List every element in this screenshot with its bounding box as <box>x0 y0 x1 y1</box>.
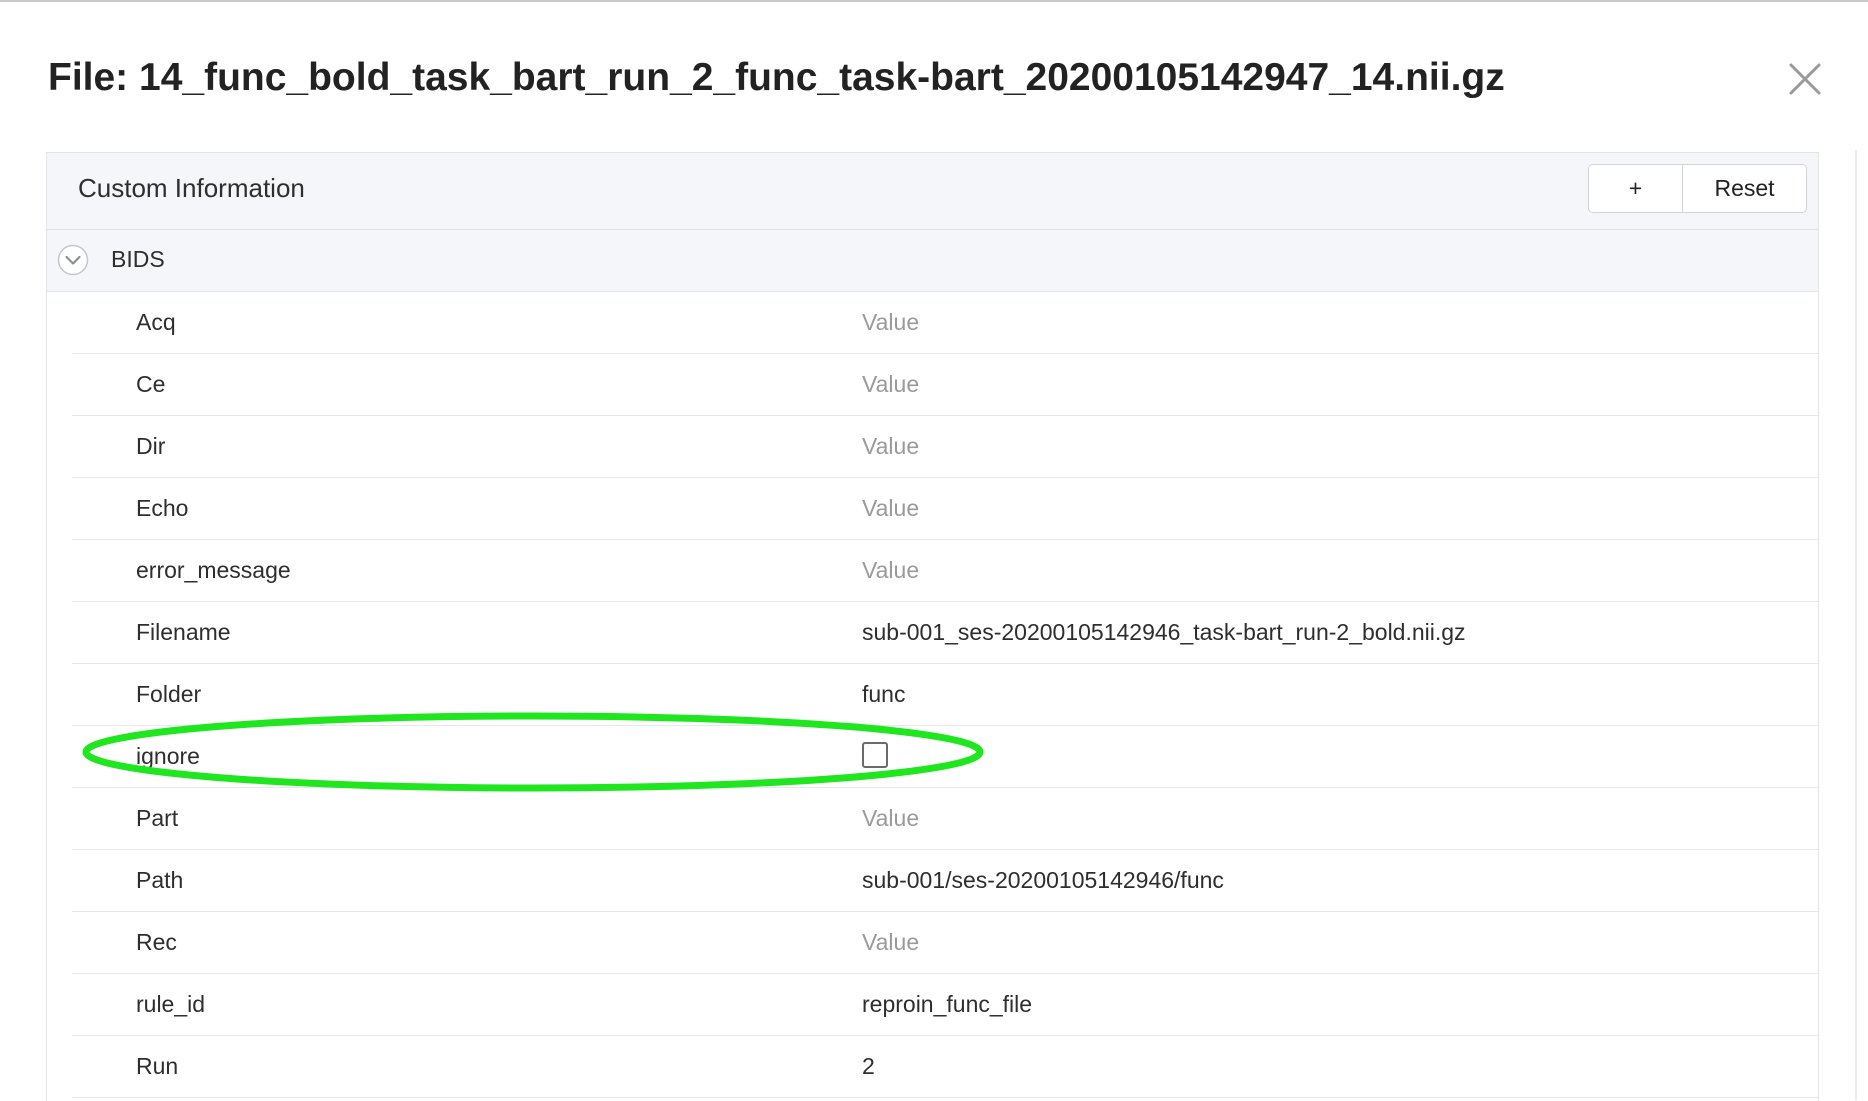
field-value[interactable]: reproin_func_file <box>862 991 1032 1018</box>
field-value[interactable]: func <box>862 681 905 708</box>
field-row-error-message: error_message Value <box>72 540 1818 602</box>
field-value[interactable]: sub-001_ses-20200105142946_task-bart_run… <box>862 619 1466 646</box>
close-icon[interactable] <box>1786 60 1824 98</box>
field-value[interactable]: Value <box>862 557 919 584</box>
field-key: Path <box>136 867 184 893</box>
field-value[interactable]: 2 <box>862 1053 875 1080</box>
field-row-rec: Rec Value <box>72 912 1818 974</box>
field-value[interactable]: Value <box>862 433 919 460</box>
window-top-edge <box>0 0 1868 2</box>
add-field-button[interactable]: + <box>1589 165 1683 212</box>
field-row-dir: Dir Value <box>72 416 1818 478</box>
field-key: Acq <box>136 309 176 335</box>
field-key: rule_id <box>136 991 206 1017</box>
field-key: Filename <box>136 619 231 645</box>
field-key: error_message <box>136 557 291 583</box>
panel-title: Custom Information <box>78 173 305 203</box>
field-row-folder: Folder func <box>72 664 1818 726</box>
field-row-ignore: ignore <box>72 726 1818 788</box>
field-key: Folder <box>136 681 202 707</box>
field-value[interactable]: Value <box>862 495 919 522</box>
field-value[interactable]: Value <box>862 309 919 336</box>
field-key: Dir <box>136 433 166 459</box>
field-row-run: Run 2 <box>72 1036 1818 1098</box>
field-row-path: Path sub-001/ses-20200105142946/func <box>72 850 1818 912</box>
field-row-part: Part Value <box>72 788 1818 850</box>
modal-scroll-edge <box>1855 150 1857 1100</box>
field-key: ignore <box>136 743 200 769</box>
field-list: Acq Value Ce Value Dir Value Echo Value error_me… <box>47 292 1818 1098</box>
panel-button-group: + Reset <box>1588 164 1807 213</box>
field-row-rule-id: rule_id reproin_func_file <box>72 974 1818 1036</box>
field-key: Part <box>136 805 179 831</box>
field-value[interactable]: Value <box>862 805 919 832</box>
field-key: Run <box>136 1053 179 1079</box>
reset-button[interactable]: Reset <box>1683 165 1806 212</box>
group-header-bids[interactable]: BIDS <box>47 230 1818 292</box>
field-value[interactable]: sub-001/ses-20200105142946/func <box>862 867 1224 894</box>
field-key: Echo <box>136 495 189 521</box>
group-label: BIDS <box>111 246 165 272</box>
chevron-down-icon[interactable] <box>57 244 89 276</box>
field-value[interactable]: Value <box>862 371 919 398</box>
field-row-echo: Echo Value <box>72 478 1818 540</box>
ignore-checkbox[interactable] <box>862 742 888 768</box>
field-row-ce: Ce Value <box>72 354 1818 416</box>
field-key: Rec <box>136 929 177 955</box>
field-row-acq: Acq Value <box>72 292 1818 354</box>
modal-title: File: 14_func_bold_task_bart_run_2_func_… <box>48 56 1505 99</box>
field-value[interactable]: Value <box>862 929 919 956</box>
panel-header: Custom Information + Reset <box>47 153 1818 230</box>
field-row-filename: Filename sub-001_ses-20200105142946_task-… <box>72 602 1818 664</box>
custom-information-panel: Custom Information + Reset BIDS Acq Value… <box>46 152 1819 1101</box>
field-key: Ce <box>136 371 166 397</box>
